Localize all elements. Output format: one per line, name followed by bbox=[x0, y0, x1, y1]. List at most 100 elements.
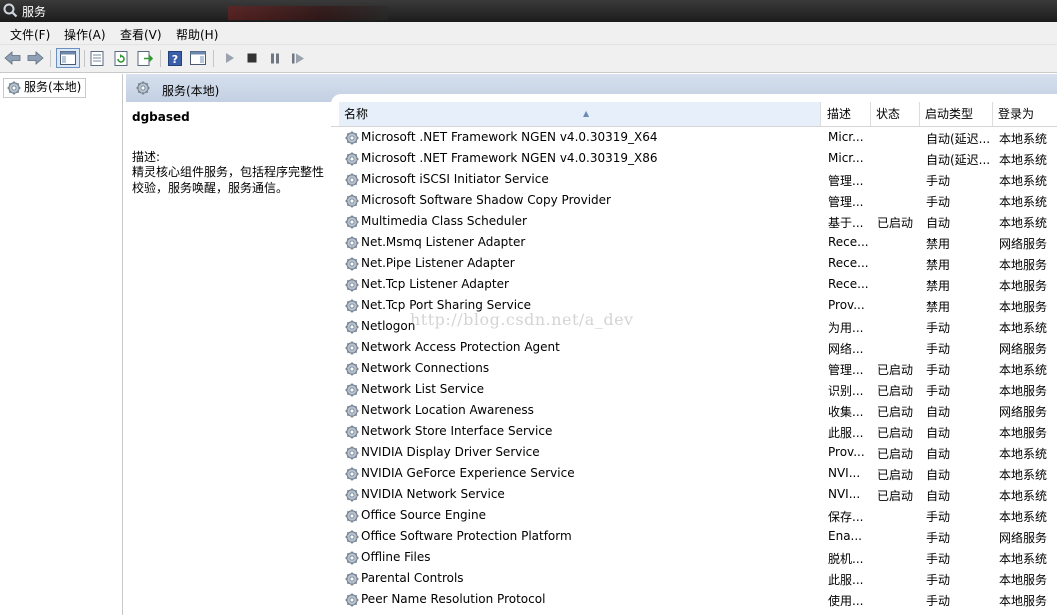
show-action-pane-button[interactable] bbox=[188, 48, 208, 68]
service-description-cell: Micr... bbox=[828, 151, 864, 165]
pause-service-button[interactable] bbox=[265, 48, 285, 68]
service-name-cell: NVIDIA GeForce Experience Service bbox=[361, 466, 575, 480]
service-description-cell: 收集... bbox=[828, 405, 864, 419]
service-row[interactable]: Net.Tcp Listener Adapter Rece... 禁用 本地服务 bbox=[331, 275, 1057, 296]
service-row[interactable]: Peer Name Resolution Protocol 使用... 手动 本地服务 bbox=[331, 590, 1057, 611]
service-description-cell: 此服... bbox=[828, 573, 864, 587]
show-hide-console-tree-button[interactable] bbox=[56, 48, 80, 68]
action-pane-icon bbox=[190, 51, 206, 65]
service-startup-type-cell: 手动 bbox=[926, 594, 951, 608]
service-startup-type-cell: 自动 bbox=[926, 405, 951, 419]
service-row[interactable]: Net.Msmq Listener Adapter Rece... 禁用 网络服务 bbox=[331, 233, 1057, 254]
toolbar-separator bbox=[160, 50, 161, 67]
service-row[interactable]: Microsoft .NET Framework NGEN v4.0.30319… bbox=[331, 149, 1057, 170]
service-startup-type-cell: 禁用 bbox=[926, 258, 951, 272]
restart-icon bbox=[292, 53, 304, 63]
service-logon-cell: 本地系统 bbox=[999, 195, 1048, 209]
menu-help[interactable]: 帮助(H) bbox=[176, 26, 218, 43]
gear-icon bbox=[345, 194, 359, 208]
sort-ascending-icon: ▲ bbox=[583, 109, 590, 118]
service-name-cell: NVIDIA Network Service bbox=[361, 487, 505, 501]
service-startup-type-cell: 自动 bbox=[926, 426, 951, 440]
properties-button[interactable] bbox=[87, 48, 107, 68]
service-logon-cell: 本地服务 bbox=[999, 258, 1048, 272]
service-row[interactable]: Microsoft Software Shadow Copy Provider 管… bbox=[331, 191, 1057, 212]
play-icon bbox=[226, 53, 234, 63]
column-header-label: 启动类型 bbox=[925, 107, 974, 121]
column-header-description[interactable]: 描述 bbox=[822, 102, 871, 126]
restart-service-button[interactable] bbox=[288, 48, 308, 68]
svg-text:?: ? bbox=[172, 53, 178, 66]
help-icon: ? bbox=[168, 50, 182, 66]
tree-item-label: 服务(本地) bbox=[24, 80, 82, 94]
service-description-cell: 使用... bbox=[828, 594, 864, 608]
service-description-cell: 识别... bbox=[828, 384, 864, 398]
service-description-cell: 为用... bbox=[828, 321, 864, 335]
title-bar: 服务 bbox=[0, 0, 1057, 22]
gear-icon bbox=[345, 572, 359, 586]
menu-file[interactable]: 文件(F) bbox=[10, 26, 50, 43]
gear-icon bbox=[345, 362, 359, 376]
service-row[interactable]: Office Source Engine 保存... 手动 本地系统 bbox=[331, 506, 1057, 527]
service-row[interactable]: Offline Files 脱机... 手动 本地系统 bbox=[331, 548, 1057, 569]
service-name-cell: Network Connections bbox=[361, 361, 490, 375]
help-button[interactable]: ? bbox=[165, 48, 185, 68]
service-startup-type-cell: 自动(延迟... bbox=[926, 132, 991, 146]
gear-icon bbox=[7, 81, 21, 95]
gear-icon bbox=[345, 215, 359, 229]
service-row[interactable]: Network List Service 识别... 已启动 手动 本地服务 bbox=[331, 380, 1057, 401]
service-logon-cell: 网络服务 bbox=[999, 342, 1048, 356]
service-name-cell: Microsoft .NET Framework NGEN v4.0.30319… bbox=[361, 130, 658, 144]
stop-service-button[interactable] bbox=[242, 48, 262, 68]
service-row[interactable]: Microsoft iSCSI Initiator Service 管理... 手动… bbox=[331, 170, 1057, 191]
service-logon-cell: 本地系统 bbox=[999, 174, 1048, 188]
service-status-cell: 已启动 bbox=[877, 468, 914, 482]
service-status-cell: 已启动 bbox=[877, 405, 914, 419]
start-service-button[interactable] bbox=[220, 48, 240, 68]
service-description-cell: Rece... bbox=[828, 235, 869, 249]
window-title: 服务 bbox=[22, 5, 47, 19]
column-header-log-on-as[interactable]: 登录为 bbox=[993, 102, 1057, 126]
description-label: 描述: bbox=[132, 150, 161, 164]
column-header-startup-type[interactable]: 启动类型 bbox=[920, 102, 993, 126]
service-name-cell: Network Location Awareness bbox=[361, 403, 534, 417]
back-button[interactable] bbox=[3, 48, 23, 68]
gear-icon bbox=[345, 509, 359, 523]
gear-icon bbox=[345, 467, 359, 481]
service-row[interactable]: NVIDIA Display Driver Service Prov... 已启动自… bbox=[331, 443, 1057, 464]
refresh-button[interactable] bbox=[111, 48, 131, 68]
service-description-cell: Micr... bbox=[828, 130, 864, 144]
service-row[interactable]: Multimedia Class Scheduler 基于... 已启动 自动 本地系统 bbox=[331, 212, 1057, 233]
service-row[interactable]: Network Access Protection Agent 网络... 手动 网络… bbox=[331, 338, 1057, 359]
service-row[interactable]: Network Connections 管理... 已启动 手动 本地系统 bbox=[331, 359, 1057, 380]
service-row[interactable]: Network Store Interface Service 此服... 已启动自… bbox=[331, 422, 1057, 443]
gear-icon bbox=[345, 236, 359, 250]
export-list-button[interactable] bbox=[135, 48, 155, 68]
forward-button[interactable] bbox=[25, 48, 45, 68]
service-logon-cell: 网络服务 bbox=[999, 237, 1048, 251]
service-status-cell: 已启动 bbox=[877, 426, 914, 440]
forward-arrow-icon bbox=[27, 51, 44, 65]
service-row[interactable]: Microsoft .NET Framework NGEN v4.0.30319… bbox=[331, 128, 1057, 149]
service-row[interactable]: Net.Pipe Listener Adapter Rece... 禁用 本地服务 bbox=[331, 254, 1057, 275]
service-logon-cell: 本地系统 bbox=[999, 447, 1048, 461]
column-header-name[interactable]: ▲ 名称 bbox=[339, 102, 821, 126]
service-row[interactable]: Parental Controls 此服... 手动 本地服务 bbox=[331, 569, 1057, 590]
service-description-cell: 脱机... bbox=[828, 552, 864, 566]
service-row[interactable]: Office Software Protection Platform Ena..… bbox=[331, 527, 1057, 548]
service-row[interactable]: Network Location Awareness 收集... 已启动 自动 网络服务 bbox=[331, 401, 1057, 422]
menu-view[interactable]: 查看(V) bbox=[120, 26, 162, 43]
service-description-cell: Ena... bbox=[828, 529, 862, 543]
service-name-cell: Office Software Protection Platform bbox=[361, 529, 572, 543]
service-startup-type-cell: 手动 bbox=[926, 342, 951, 356]
service-description-cell: 保存... bbox=[828, 510, 864, 524]
column-header-status[interactable]: 状态 bbox=[871, 102, 920, 126]
gear-icon bbox=[345, 551, 359, 565]
service-startup-type-cell: 禁用 bbox=[926, 237, 951, 251]
service-row[interactable]: NVIDIA Network Service NVI... 已启动 自动 本地系统 bbox=[331, 485, 1057, 506]
tree-item-services-local[interactable]: 服务(本地) bbox=[3, 78, 87, 98]
menu-action[interactable]: 操作(A) bbox=[64, 26, 106, 43]
gear-icon bbox=[345, 278, 359, 292]
service-row[interactable]: NVIDIA GeForce Experience Service NVI... 已… bbox=[331, 464, 1057, 485]
watermark-text: http://blog.csdn.net/a_dev bbox=[410, 310, 634, 329]
